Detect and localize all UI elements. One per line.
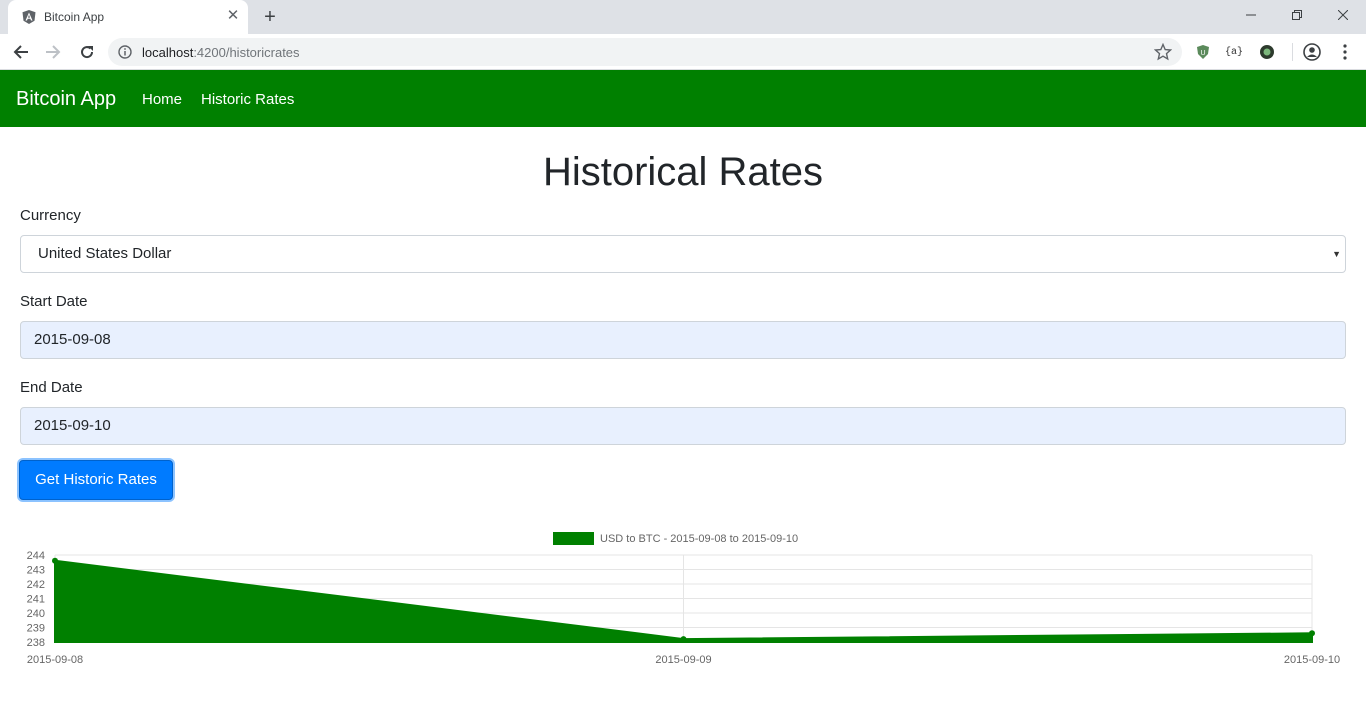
x-tick-label: 2015-09-09 (655, 654, 711, 666)
app-navbar: Bitcoin App Home Historic Rates (0, 70, 1366, 127)
forward-arrow-icon[interactable] (40, 39, 66, 65)
y-tick-label: 239 (27, 623, 45, 635)
end-date-label: End Date (20, 379, 83, 396)
y-tick-label: 242 (27, 579, 45, 591)
chevron-down-icon: ▼ (1332, 249, 1341, 259)
start-date-value: 2015-09-08 (34, 331, 111, 348)
end-date-input[interactable]: 2015-09-10 (20, 407, 1346, 445)
url-path: :4200/historicrates (193, 45, 300, 60)
extension-icon[interactable] (1258, 43, 1276, 61)
restore-window-icon[interactable] (1274, 0, 1320, 30)
start-date-label: Start Date (20, 293, 88, 310)
historic-rates-chart: USD to BTC - 2015-09-08 to 2015-09-10 238… (27, 532, 1340, 666)
start-date-input[interactable]: 2015-09-08 (20, 321, 1346, 359)
close-tab-icon[interactable]: ✕ (225, 8, 241, 24)
menu-kebab-icon[interactable] (1336, 43, 1354, 61)
browser-toolbar: localhost:4200/historicrates U {a} (0, 34, 1366, 70)
toolbar-divider (1292, 43, 1293, 61)
browser-tab-bar: Bitcoin App ✕ + (0, 0, 1366, 34)
json-viewer-icon[interactable]: {a} (1225, 43, 1243, 61)
x-tick-label: 2015-09-10 (1284, 654, 1340, 666)
data-point (680, 636, 687, 643)
browser-tab[interactable]: Bitcoin App ✕ (8, 0, 248, 34)
y-tick-label: 244 (27, 550, 45, 562)
reload-icon[interactable] (74, 39, 100, 65)
nav-link-home[interactable]: Home (142, 91, 182, 108)
profile-icon[interactable] (1303, 43, 1321, 61)
ublock-icon[interactable]: U (1194, 43, 1212, 61)
x-tick-label: 2015-09-08 (27, 654, 83, 666)
end-date-value: 2015-09-10 (34, 417, 111, 434)
y-tick-label: 240 (27, 608, 45, 620)
back-arrow-icon[interactable] (8, 39, 34, 65)
url-host: localhost (142, 45, 194, 60)
y-tick-label: 241 (27, 594, 45, 606)
currency-select[interactable]: United States Dollar ▼ (20, 235, 1346, 273)
y-tick-label: 243 (27, 565, 45, 577)
svg-text:U: U (1200, 50, 1205, 57)
get-historic-rates-button[interactable]: Get Historic Rates (19, 460, 173, 500)
address-bar[interactable]: localhost:4200/historicrates (108, 38, 1182, 66)
angular-favicon-icon (22, 10, 36, 24)
data-point (52, 557, 58, 564)
bookmark-star-icon[interactable] (1154, 43, 1172, 61)
close-window-icon[interactable] (1320, 0, 1366, 30)
browser-tab-title: Bitcoin App (44, 10, 105, 24)
navbar-brand[interactable]: Bitcoin App (16, 88, 116, 111)
legend-label: USD to BTC - 2015-09-08 to 2015-09-10 (600, 533, 798, 545)
y-tick-label: 238 (27, 637, 45, 649)
minimize-window-icon[interactable] (1228, 0, 1274, 30)
currency-label: Currency (20, 207, 81, 224)
currency-selected-value: United States Dollar (38, 245, 172, 262)
nav-link-historic-rates[interactable]: Historic Rates (201, 91, 294, 108)
info-icon[interactable] (118, 45, 132, 59)
data-point (1309, 630, 1315, 637)
page-title: Historical Rates (542, 150, 824, 194)
url-text: localhost:4200/historicrates (142, 45, 300, 60)
legend-swatch (553, 532, 594, 545)
new-tab-icon[interactable]: + (259, 6, 281, 28)
